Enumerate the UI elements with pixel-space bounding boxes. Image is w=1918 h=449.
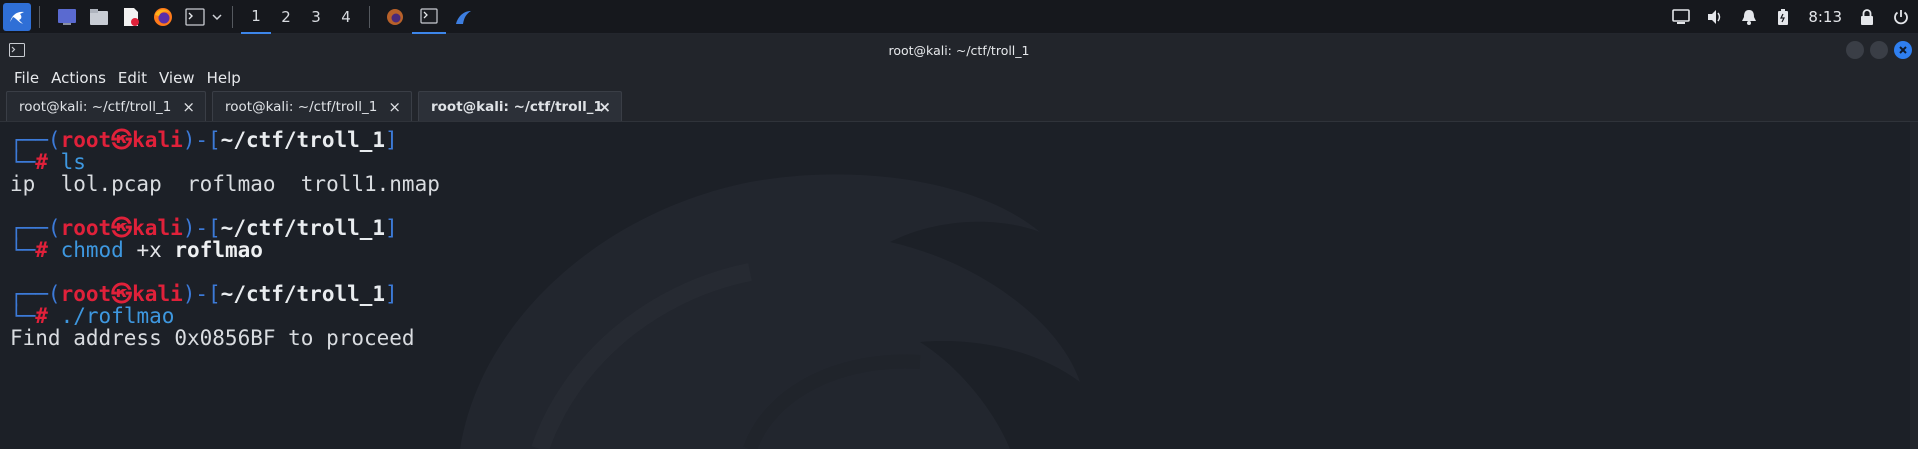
tab-close-icon[interactable]: × [182,98,195,116]
close-icon [1899,46,1907,54]
window-title: root@kali: ~/ctf/troll_1 [888,42,1030,58]
taskbar-terminal-icon[interactable] [412,0,446,34]
command-output: Find address 0x0856BF to proceed [10,326,415,350]
prompt-host: kali [132,128,183,152]
taskbar-kali-icon[interactable] [446,0,480,34]
minimize-button[interactable] [1846,41,1864,59]
panel-separator [369,5,370,28]
prompt-skull-icon: ㉿ [111,128,133,152]
workspace-2-button[interactable]: 2 [271,0,301,34]
tab-label: root@kali: ~/ctf/troll_1 [19,98,172,115]
volume-icon[interactable] [1698,0,1732,34]
menu-edit[interactable]: Edit [118,69,147,87]
command-line: └─# chmod +x roflmao [10,238,263,262]
workspace-3-button[interactable]: 3 [301,0,331,34]
menu-bar: File Actions Edit View Help [0,66,1918,90]
file-manager-icon[interactable] [86,4,112,30]
desktop-icon[interactable] [54,4,80,30]
battery-icon[interactable] [1766,0,1800,34]
maximize-button[interactable] [1870,41,1888,59]
clock[interactable]: 8:13 [1800,8,1850,26]
chevron-down-icon[interactable] [210,4,224,30]
text-editor-icon[interactable] [118,4,144,30]
tab-2[interactable]: root@kali: ~/ctf/troll_1 × [212,91,412,121]
window-titlebar[interactable]: root@kali: ~/ctf/troll_1 [0,34,1918,66]
close-button[interactable] [1894,41,1912,59]
menu-view[interactable]: View [159,69,195,87]
terminal-scrollbar[interactable] [1910,122,1918,449]
tab-close-icon[interactable]: × [388,98,401,116]
panel-separator [39,5,40,28]
terminal-area[interactable]: ┌──(root㉿kali)-[~/ctf/troll_1] └─# ls ip… [0,122,1918,449]
panel-separator [232,5,233,28]
command-output: ip lol.pcap roflmao troll1.nmap [10,172,440,196]
menu-actions[interactable]: Actions [51,69,106,87]
top-panel: 1234 8:13 [0,0,1918,34]
lock-icon[interactable] [1850,0,1884,34]
system-tray: 8:13 [1664,0,1918,34]
menu-file[interactable]: File [14,69,39,87]
workspace-1-button[interactable]: 1 [241,0,271,34]
power-icon[interactable] [1884,0,1918,34]
tab-close-icon[interactable]: × [598,98,611,116]
notification-bell-icon[interactable] [1732,0,1766,34]
kali-menu-icon[interactable] [3,2,31,31]
tab-label: root@kali: ~/ctf/troll_1 [225,98,378,115]
workspace-switcher: 1234 [241,0,361,34]
command-args: +x [123,238,175,262]
terminal-icon[interactable] [182,4,208,30]
tab-1[interactable]: root@kali: ~/ctf/troll_1 × [6,91,206,121]
kali-dragon-wallpaper-icon [460,174,1080,449]
command-file-arg: roflmao [174,238,263,262]
tab-label: root@kali: ~/ctf/troll_1 [431,98,603,115]
prompt-cwd: ~/ctf/troll_1 [220,128,386,152]
display-icon[interactable] [1664,0,1698,34]
command: chmod [60,238,124,262]
menu-help[interactable]: Help [207,69,241,87]
firefox-icon[interactable] [150,4,176,30]
taskbar-firefox-icon[interactable] [378,0,412,34]
prompt-char: # [35,238,48,262]
workspace-4-button[interactable]: 4 [331,0,361,34]
prompt-cwd: ~/ctf/troll_1 [220,282,386,306]
tab-3[interactable]: root@kali: ~/ctf/troll_1 × [418,91,622,121]
tab-bar: root@kali: ~/ctf/troll_1 × root@kali: ~/… [0,90,1918,122]
